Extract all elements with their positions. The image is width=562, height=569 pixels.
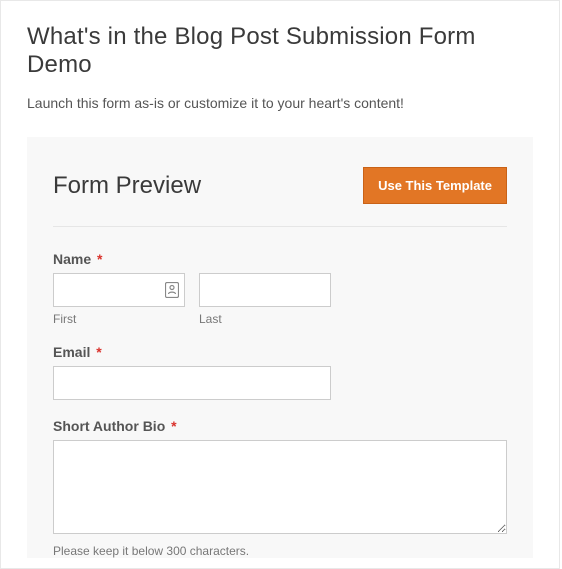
use-template-button[interactable]: Use This Template	[363, 167, 507, 204]
email-label: Email *	[53, 344, 507, 360]
name-label: Name *	[53, 251, 507, 267]
content-card: What's in the Blog Post Submission Form …	[0, 0, 560, 569]
bio-hint: Please keep it below 300 characters.	[53, 544, 507, 558]
bio-textarea[interactable]	[53, 440, 507, 534]
first-name-col: First	[53, 273, 185, 326]
required-marker: *	[96, 344, 101, 360]
last-name-col: Last	[199, 273, 331, 326]
name-label-text: Name	[53, 251, 91, 267]
required-marker: *	[171, 418, 176, 434]
form-preview-card: Form Preview Use This Template Name * Fi…	[27, 137, 533, 558]
page-intro: Launch this form as-is or customize it t…	[27, 95, 533, 111]
last-name-input[interactable]	[199, 273, 331, 307]
email-label-text: Email	[53, 344, 90, 360]
bio-label: Short Author Bio *	[53, 418, 507, 434]
form-preview-title: Form Preview	[53, 172, 201, 200]
bio-block: Short Author Bio * Please keep it below …	[53, 418, 507, 558]
first-name-input[interactable]	[53, 273, 185, 307]
page-title: What's in the Blog Post Submission Form …	[27, 23, 533, 79]
name-row: First Last	[53, 273, 507, 326]
email-block: Email *	[53, 344, 507, 400]
required-marker: *	[97, 251, 102, 267]
email-input[interactable]	[53, 366, 331, 400]
form-header: Form Preview Use This Template	[53, 167, 507, 227]
last-name-sublabel: Last	[199, 312, 331, 326]
first-name-sublabel: First	[53, 312, 185, 326]
bio-label-text: Short Author Bio	[53, 418, 165, 434]
